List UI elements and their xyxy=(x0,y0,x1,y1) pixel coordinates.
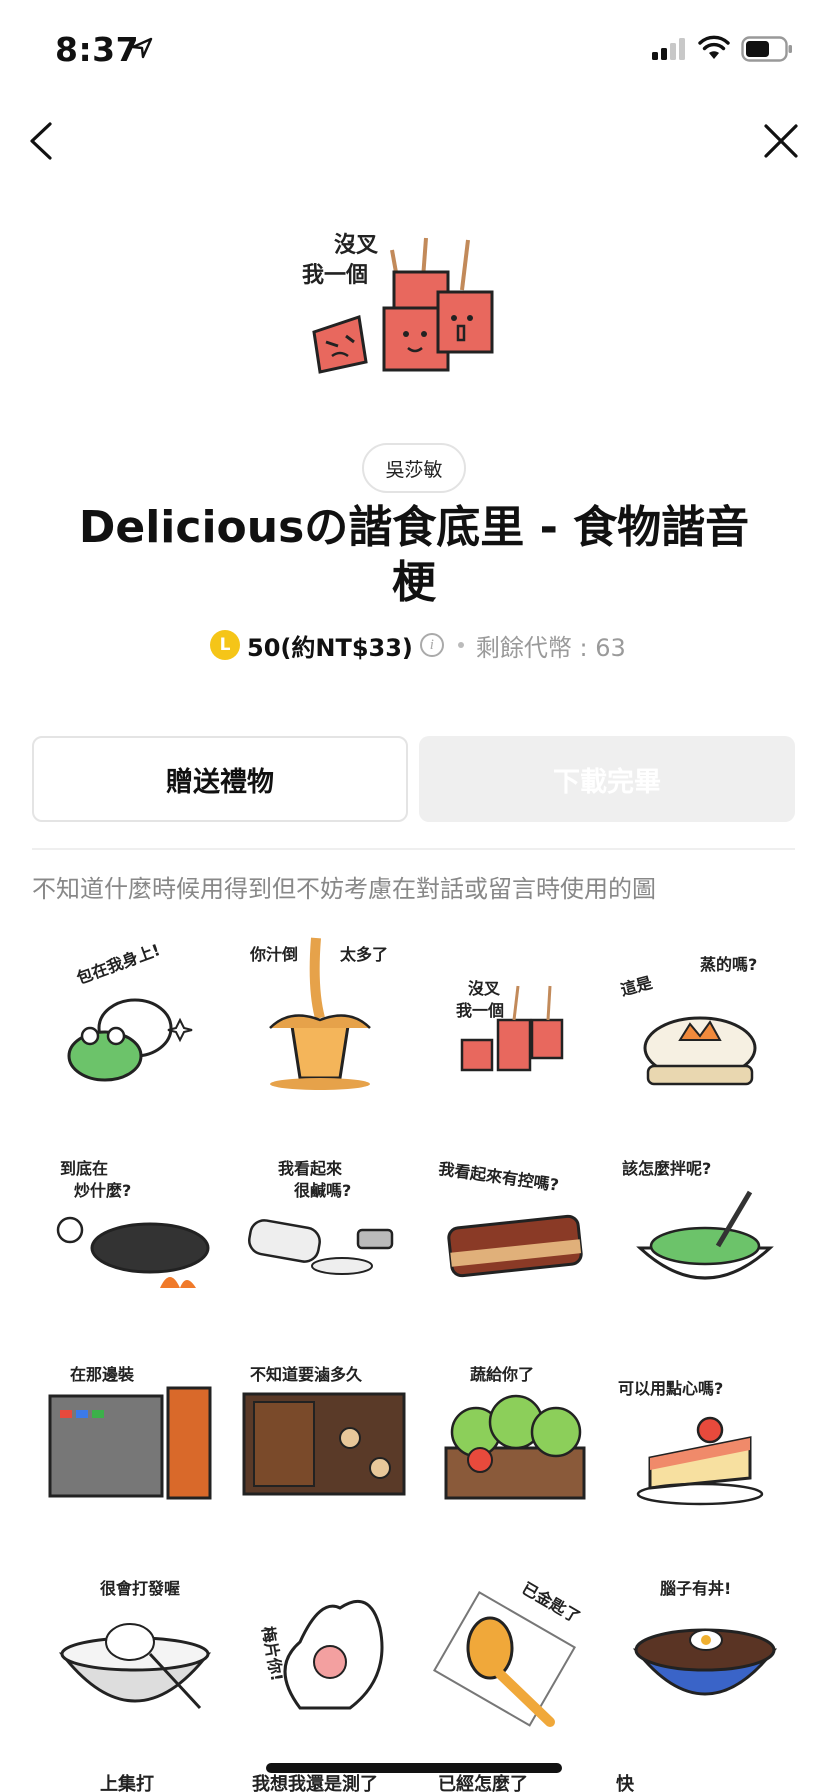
sticker-caption: 蔬給你了 xyxy=(470,1365,534,1384)
sticker-item[interactable]: 你汁倒 太多了 xyxy=(230,928,420,1108)
sticker-caption: 包在我身上! xyxy=(74,940,163,988)
divider xyxy=(32,848,795,850)
cellular-signal-icon xyxy=(652,38,685,60)
sticker-caption: 這是 xyxy=(618,973,654,1000)
sticker-caption: 到底在 xyxy=(60,1159,108,1178)
sticker-item[interactable]: 已金匙了 xyxy=(420,1558,610,1738)
sticker-caption-2: 蒸的嗎? xyxy=(700,955,757,974)
sticker-caption-2: 炒什麼? xyxy=(74,1181,131,1200)
sticker-caption: 腦子有丼! xyxy=(660,1579,731,1598)
sticker-item[interactable]: 這是 蒸的嗎? xyxy=(610,928,800,1108)
send-gift-button[interactable]: 贈送禮物 xyxy=(32,736,408,822)
sticker-caption: 很會打發喔 xyxy=(100,1579,180,1598)
home-indicator[interactable] xyxy=(266,1763,562,1773)
status-time: 8:37 xyxy=(55,30,140,69)
wifi-icon xyxy=(698,35,730,59)
sticker-caption: 在那邊裝 xyxy=(70,1365,135,1384)
status-bar: 8:37 xyxy=(0,0,828,100)
sticker-caption: 你汁倒 xyxy=(249,945,298,964)
sticker-item[interactable]: 腦子有丼! xyxy=(610,1558,800,1738)
back-icon[interactable] xyxy=(22,118,62,164)
location-arrow-icon xyxy=(131,37,153,59)
peek-caption: 我想我還是測了 xyxy=(252,1774,378,1792)
sticker-item[interactable]: 不知道要滷多久 xyxy=(230,1348,420,1528)
peek-caption: 上集打 xyxy=(100,1774,154,1792)
sticker-item[interactable]: 很會打發喔 xyxy=(40,1558,230,1738)
sticker-caption: 沒叉 xyxy=(468,979,501,998)
price-text: 50(約NT$33) xyxy=(247,633,413,662)
close-icon[interactable] xyxy=(762,122,800,160)
info-icon[interactable]: i xyxy=(419,633,444,657)
price-row: L 50(約NT$33) i 剩餘代幣 : 63 xyxy=(210,626,626,664)
sticker-caption: 我看起來 xyxy=(278,1159,342,1178)
sticker-item[interactable]: 該怎麼拌呢? xyxy=(610,1138,800,1318)
hero-sticker-image: 沒叉 我一個 xyxy=(294,222,534,382)
sticker-item[interactable]: 在那邊裝 xyxy=(40,1348,230,1528)
peek-caption: 已經怎麼了 xyxy=(438,1774,528,1792)
sticker-item[interactable]: 可以用點心嗎? xyxy=(610,1348,800,1528)
sticker-caption: 該怎麼拌呢? xyxy=(622,1159,711,1178)
sticker-item[interactable]: 到底在 炒什麼? xyxy=(40,1138,230,1318)
remaining-coins: 剩餘代幣 : 63 xyxy=(475,633,626,662)
separator-dot xyxy=(457,642,464,648)
sticker-item[interactable]: 我看起來 很鹹嗎? xyxy=(230,1138,420,1318)
sticker-caption-2: 太多了 xyxy=(339,945,388,964)
sticker-item[interactable]: 包在我身上! xyxy=(40,928,230,1108)
sticker-caption: 不知道要滷多久 xyxy=(250,1365,363,1384)
author-badge[interactable]: 吳莎敏 xyxy=(362,443,466,493)
sticker-caption: 可以用點心嗎? xyxy=(618,1379,723,1398)
peek-caption: 快 xyxy=(616,1774,634,1792)
hero-caption-2: 我一個 xyxy=(302,263,368,288)
pack-title: Deliciousの諧食底里 - 食物諧音梗 xyxy=(78,502,750,608)
sticker-item[interactable]: 我看起來有控嗎? xyxy=(420,1138,610,1318)
sticker-caption: 我看起來有控嗎? xyxy=(437,1159,560,1195)
sticker-caption: 梅片你! xyxy=(258,1625,286,1683)
sticker-item[interactable]: 沒叉 我一個 xyxy=(420,928,610,1108)
pack-description: 不知道什麼時候用得到但不妨考慮在對話或留言時使用的圖 xyxy=(32,875,656,903)
download-complete-button: 下載完畢 xyxy=(419,736,795,822)
line-coin-icon: L xyxy=(210,630,240,660)
sticker-item[interactable]: 蔬給你了 xyxy=(420,1348,610,1528)
sticker-caption-2: 很鹹嗎? xyxy=(294,1181,351,1200)
sticker-item[interactable]: 梅片你! xyxy=(230,1558,420,1738)
hero-caption-1: 沒叉 xyxy=(334,232,378,258)
sticker-caption-2: 我一個 xyxy=(456,1001,504,1020)
battery-icon xyxy=(741,36,792,62)
